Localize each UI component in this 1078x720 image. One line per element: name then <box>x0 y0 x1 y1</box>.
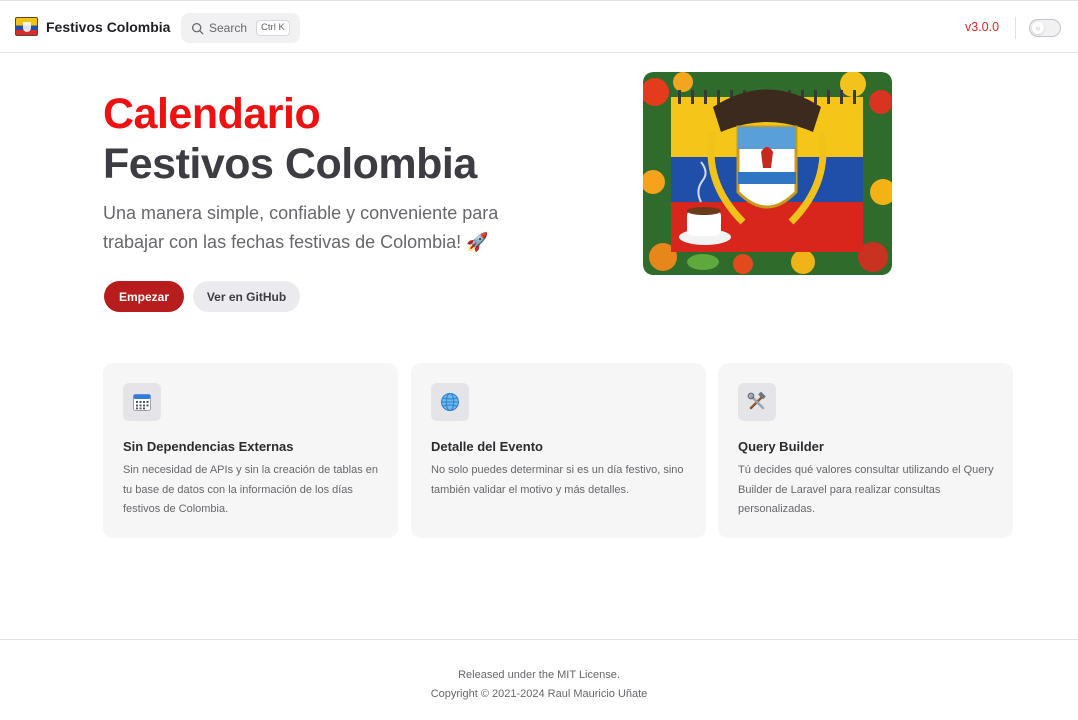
hero-name: Calendario <box>103 90 321 138</box>
sun-icon: ☼ <box>1032 22 1044 34</box>
globe-icon <box>431 383 469 421</box>
site-title: Festivos Colombia <box>46 18 171 35</box>
feature-details: Tú decides qué valores consultar utiliza… <box>738 464 994 515</box>
feature-title: Sin Dependencias Externas <box>123 439 294 454</box>
footer-message: Released under the MIT License. <box>458 669 620 681</box>
nav-divider <box>1015 17 1016 39</box>
feature-details: No solo puedes determinar si es un día f… <box>431 464 684 496</box>
hero-tagline: Una manera simple, confiable y convenien… <box>103 203 499 252</box>
theme-toggle[interactable]: ☼ <box>1029 19 1061 37</box>
get-started-button[interactable]: Empezar <box>104 281 184 312</box>
search-icon <box>191 22 204 34</box>
colombia-logo-icon <box>15 17 38 36</box>
footer-copyright: Copyright © 2021-2024 Raul Mauricio Uñat… <box>430 688 648 700</box>
calendar-icon <box>123 383 161 421</box>
hero-text: Festivos Colombia <box>103 140 477 188</box>
feature-title: Query Builder <box>738 439 824 454</box>
feature-card: Query Builder Tú decides qué valores con… <box>718 363 1013 538</box>
search-label: Search <box>209 21 248 35</box>
search-button[interactable]: Search Ctrl K <box>181 13 300 43</box>
tools-icon <box>738 383 776 421</box>
feature-card: Detalle del Evento No solo puedes determ… <box>411 363 706 538</box>
hero-image <box>643 72 892 275</box>
home-link[interactable]: Festivos Colombia <box>15 17 170 36</box>
feature-details: Sin necesidad de APIs y sin la creación … <box>123 464 378 515</box>
github-button[interactable]: Ver en GitHub <box>193 281 300 312</box>
feature-title: Detalle del Evento <box>431 439 543 454</box>
footer: Released under the MIT License. Copyrigh… <box>0 639 1078 720</box>
feature-card: Sin Dependencias Externas Sin necesidad … <box>103 363 398 538</box>
top-navbar: Festivos Colombia Search Ctrl K v3.0.0 ☼ <box>0 0 1078 53</box>
search-shortcut: Ctrl K <box>256 20 290 36</box>
version-link[interactable]: v3.0.0 <box>965 20 999 34</box>
